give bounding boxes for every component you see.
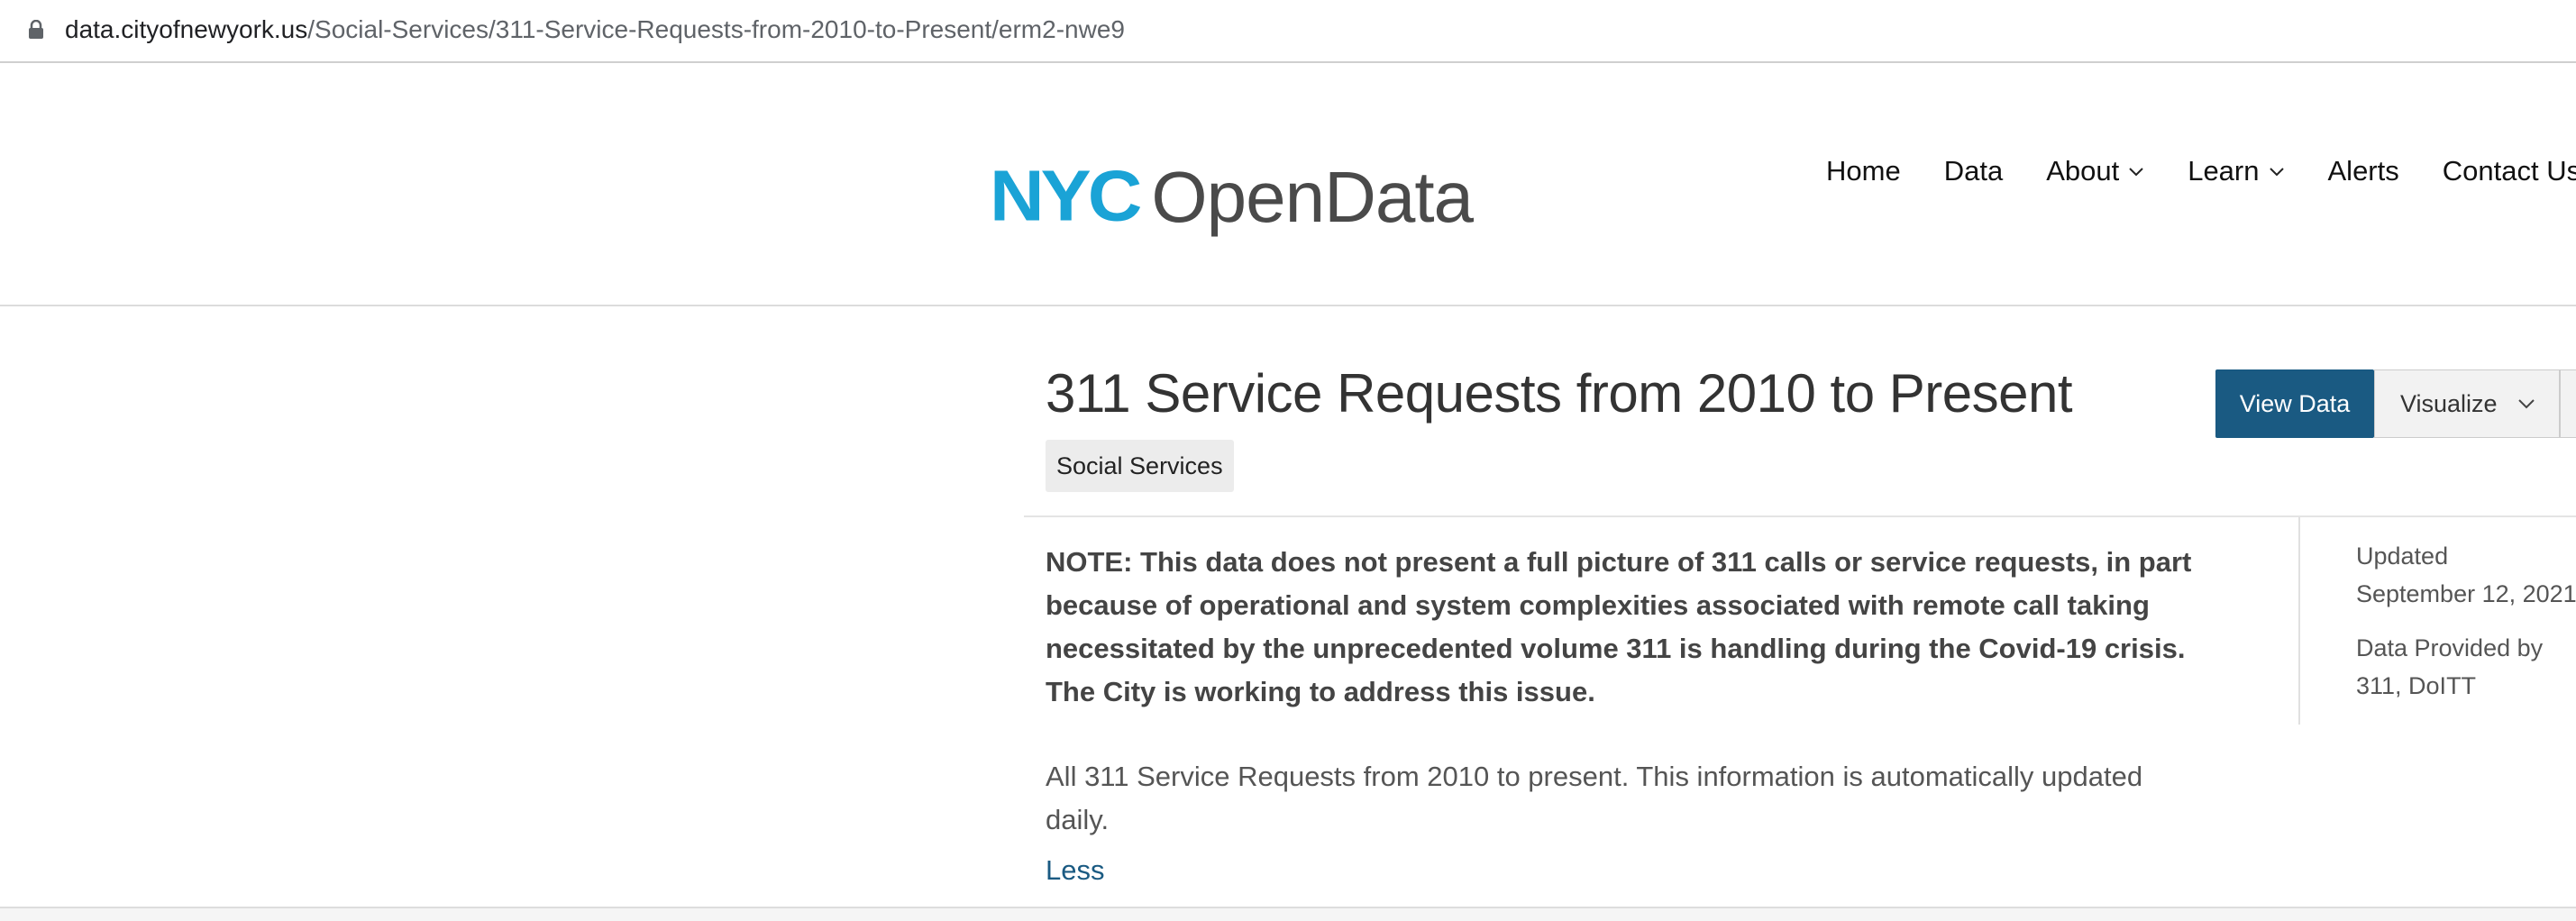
provided-value: 311, DoITT xyxy=(2356,672,2477,699)
metadata-divider xyxy=(2298,517,2300,725)
chevron-down-icon xyxy=(2129,168,2143,177)
section-divider xyxy=(1024,515,2576,517)
url-host: data.cityofnewyork.us xyxy=(65,15,308,43)
view-data-button[interactable]: View Data xyxy=(2215,369,2374,438)
nav-alerts-label: Alerts xyxy=(2327,155,2399,187)
updated-value: September 12, 2021 xyxy=(2356,580,2576,607)
logo-opendata-text: OpenData xyxy=(1151,157,1474,237)
chevron-down-icon xyxy=(2517,399,2535,409)
provided-meta: Data Provided by 311, DoITT xyxy=(2356,629,2576,705)
nav-alerts[interactable]: Alerts xyxy=(2328,155,2399,187)
logo-nyc-text: NYC xyxy=(990,155,1142,236)
chevron-down-icon xyxy=(2269,168,2284,177)
dataset-note: NOTE: This data does not present a full … xyxy=(1046,546,2192,707)
category-tag[interactable]: Social Services xyxy=(1046,440,1234,492)
site-header: NYC OpenData Home Data About Learn Alerts… xyxy=(0,63,2576,306)
browser-address-bar[interactable]: data.cityofnewyork.us/Social-Services/31… xyxy=(0,0,2576,63)
url-path: /Social-Services/311-Service-Requests-fr… xyxy=(307,15,1125,43)
provided-label: Data Provided by xyxy=(2356,634,2544,661)
page-bottom-edge xyxy=(0,907,2576,921)
nav-learn-label: Learn xyxy=(2188,155,2260,187)
dataset-description: All 311 Service Requests from 2010 to pr… xyxy=(1046,761,2143,835)
updated-meta: Updated September 12, 2021 xyxy=(2356,537,2576,613)
more-actions-button[interactable] xyxy=(2560,369,2576,438)
nav-contact-us[interactable]: Contact Us xyxy=(2443,155,2576,187)
url-text[interactable]: data.cityofnewyork.us/Social-Services/31… xyxy=(65,13,1125,47)
visualize-button[interactable]: Visualize xyxy=(2374,369,2560,438)
main-nav: Home Data About Learn Alerts Contact Us xyxy=(1826,155,2576,187)
dataset-title: 311 Service Requests from 2010 to Presen… xyxy=(1046,363,2073,424)
nav-home-label: Home xyxy=(1826,155,1901,187)
nav-home[interactable]: Home xyxy=(1826,155,1901,187)
nav-data[interactable]: Data xyxy=(1944,155,2003,187)
updated-label: Updated xyxy=(2356,543,2449,570)
visualize-label: Visualize xyxy=(2400,389,2498,417)
less-link[interactable]: Less xyxy=(1046,849,1104,892)
nav-about[interactable]: About xyxy=(2046,155,2144,187)
lock-icon xyxy=(29,20,43,39)
nav-contact-us-label: Contact Us xyxy=(2442,155,2576,187)
nyc-opendata-logo[interactable]: NYC OpenData xyxy=(990,150,1474,250)
nav-learn[interactable]: Learn xyxy=(2188,155,2284,187)
nav-about-label: About xyxy=(2046,155,2120,187)
nav-data-label: Data xyxy=(1943,155,2004,187)
